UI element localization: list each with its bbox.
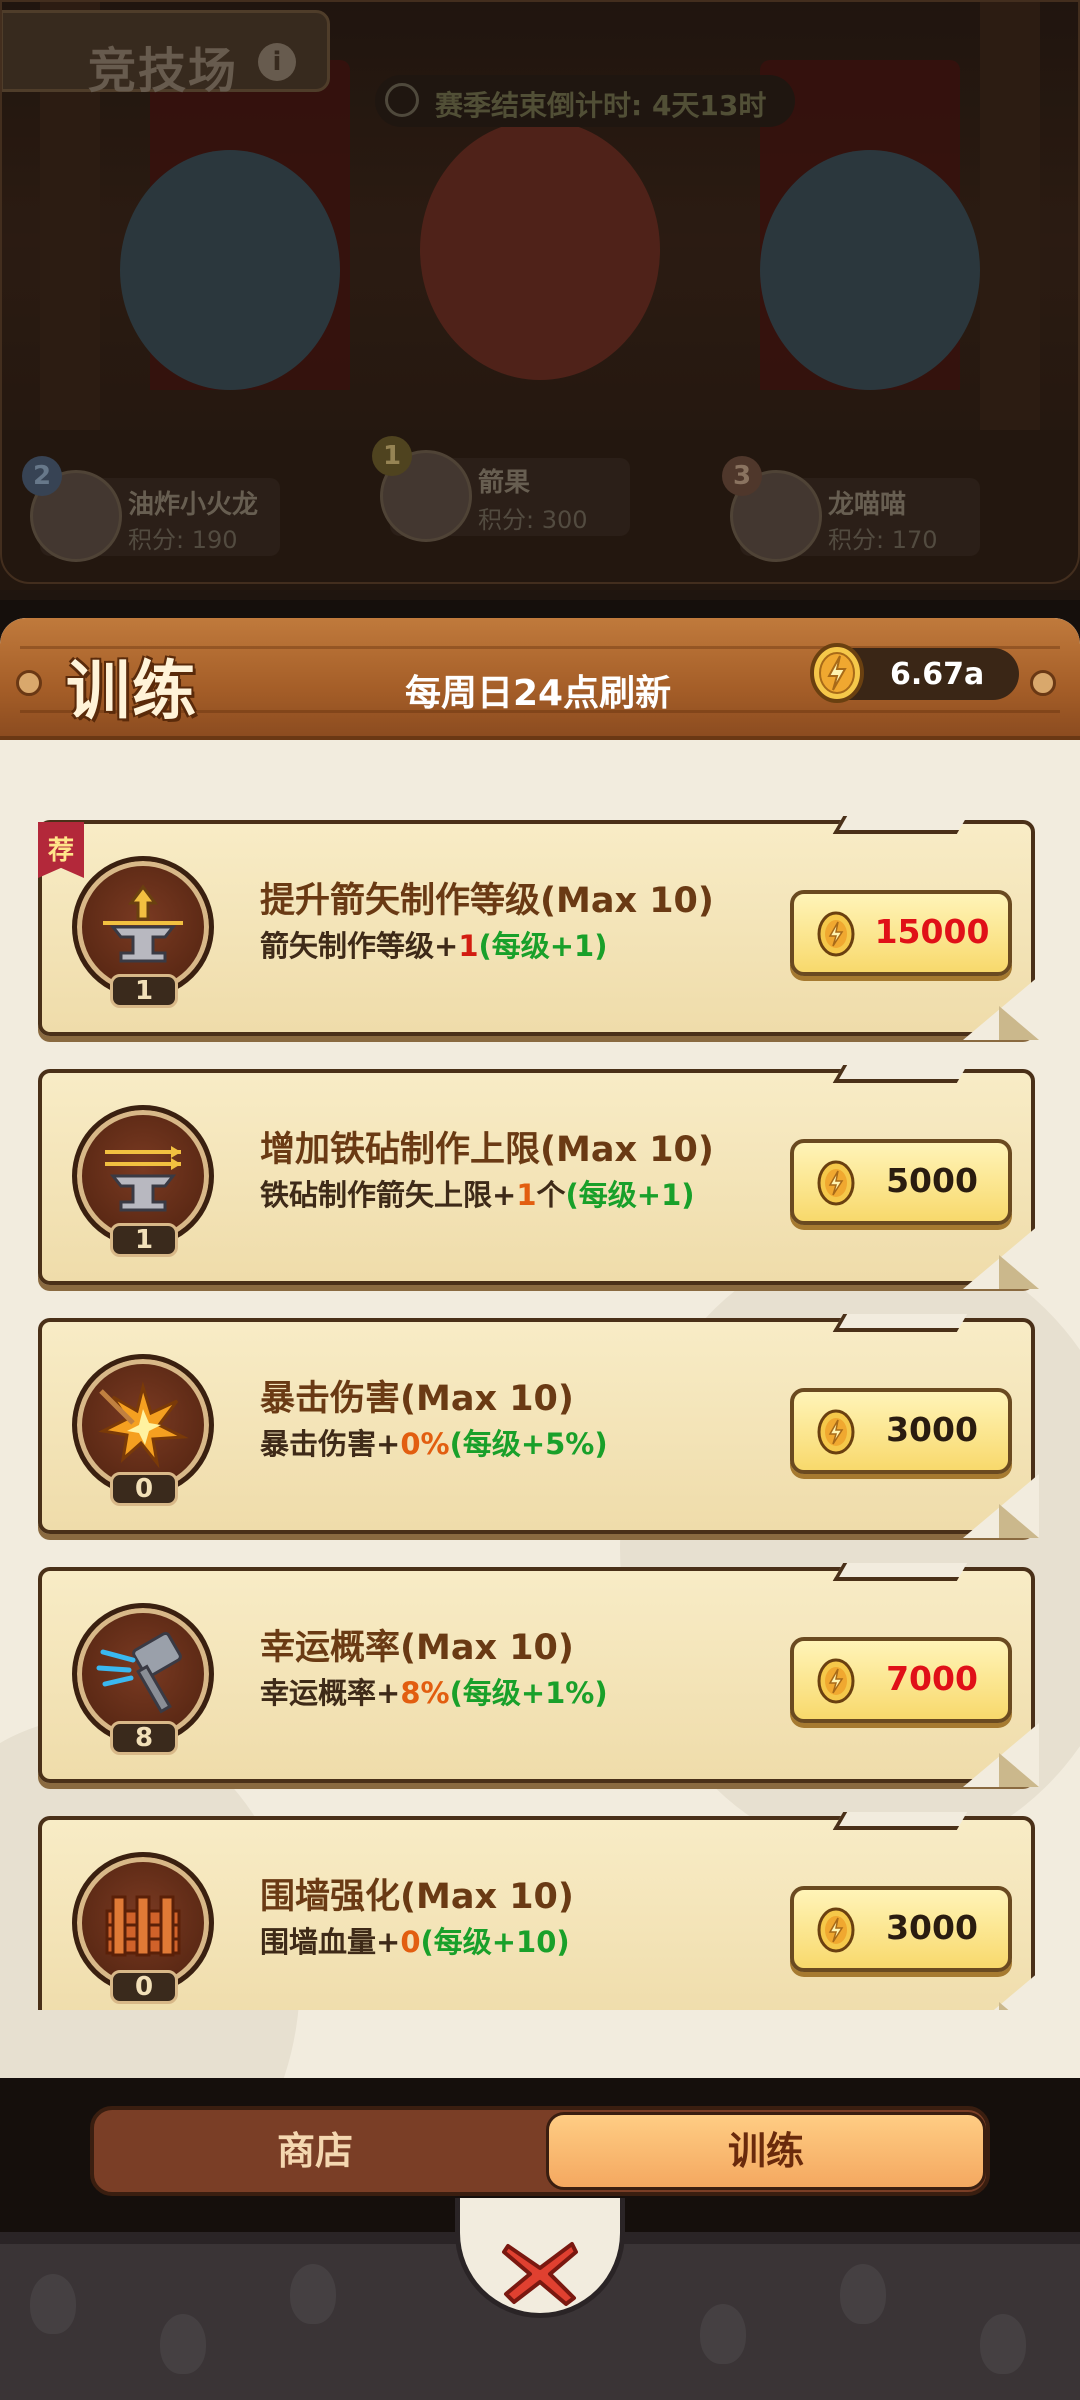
leaf-pattern (160, 2314, 206, 2374)
lightning-coin-icon (817, 911, 855, 957)
leaf-pattern (980, 2314, 1026, 2374)
card-notch (832, 816, 968, 834)
lucky-hammer-icon (96, 1631, 182, 1714)
upgrade-title: 暴击伤害(Max 10) (260, 1379, 574, 1419)
desc-prefix: 铁砧制作箭矢上限+ (260, 1178, 517, 1212)
leaf-pattern (290, 2264, 336, 2324)
upgrade-buy-button[interactable]: 5000 (790, 1139, 1012, 1225)
close-icon[interactable] (500, 2238, 580, 2308)
card-notch (832, 1563, 968, 1581)
tab-shop[interactable]: 商店 (94, 2110, 536, 2192)
upgrade-list[interactable]: 荐 1 提升箭矢制作等级(Max 10) 箭矢制作等级+1(每级+1) 1500… (0, 782, 1080, 2010)
lightning-coin-icon (817, 1907, 855, 1953)
desc-unit: 个 (536, 1178, 566, 1212)
upgrade-buy-button[interactable]: 7000 (790, 1637, 1012, 1723)
desc-current-value: 0% (400, 1427, 450, 1461)
upgrade-card: 8 幸运概率(Max 10) 幸运概率+8%(每级+1%) 7000 (38, 1563, 1039, 1787)
upgrade-title: 增加铁砧制作上限(Max 10) (260, 1130, 714, 1170)
upgrade-description: 铁砧制作箭矢上限+1个(每级+1) (260, 1172, 695, 1214)
upgrade-title: 幸运概率(Max 10) (260, 1628, 574, 1668)
desc-per-level: (每级+5%) (449, 1427, 608, 1461)
bolt-icon (1030, 670, 1056, 696)
upgrade-title: 提升箭矢制作等级(Max 10) (260, 881, 714, 921)
upgrade-price: 7000 (886, 1659, 978, 1698)
upgrade-description: 幸运概率+8%(每级+1%) (260, 1670, 608, 1712)
upgrade-price: 5000 (886, 1161, 978, 1200)
page-curl (999, 2002, 1039, 2010)
desc-per-level: (每级+1%) (449, 1676, 608, 1710)
upgrade-description: 暴击伤害+0%(每级+5%) (260, 1421, 608, 1463)
level-badge: 0 (110, 1472, 178, 1506)
desc-current-value: 8% (400, 1676, 450, 1710)
upgrade-card: 荐 1 提升箭矢制作等级(Max 10) 箭矢制作等级+1(每级+1) 1500… (38, 816, 1039, 1040)
upgrade-price: 3000 (886, 1908, 978, 1947)
upgrade-card: 1 增加铁砧制作上限(Max 10) 铁砧制作箭矢上限+1个(每级+1) 500… (38, 1065, 1039, 1289)
bolt-icon (16, 670, 42, 696)
desc-prefix: 暴击伤害+ (260, 1427, 401, 1461)
lightning-coin-icon (810, 643, 864, 703)
upgrade-card: 0 围墙强化(Max 10) 围墙血量+0(每级+10) 3000 (38, 1812, 1039, 2010)
level-badge: 1 (110, 1223, 178, 1257)
refresh-note: 每周日24点刷新 (405, 673, 672, 714)
upgrade-price: 3000 (886, 1410, 978, 1449)
panel-header: 训练 每周日24点刷新 6.67a (0, 618, 1080, 740)
recommended-label: 荐 (47, 836, 74, 866)
level-badge: 0 (110, 1970, 178, 2004)
desc-current-value: 1 (458, 929, 479, 963)
page-curl (999, 1255, 1039, 1289)
upgrade-buy-button[interactable]: 15000 (790, 890, 1012, 976)
page-curl (999, 1753, 1039, 1787)
upgrade-description: 围墙血量+0(每级+10) (260, 1919, 570, 1961)
desc-prefix: 箭矢制作等级+ (260, 929, 459, 963)
lightning-coin-icon (817, 1658, 855, 1704)
upgrade-title: 围墙强化(Max 10) (260, 1877, 574, 1917)
leaf-pattern (30, 2274, 76, 2334)
card-notch (832, 1065, 968, 1083)
currency-display: 6.67a (810, 643, 1019, 703)
page-curl (999, 1006, 1039, 1040)
panel-title: 训练 (66, 655, 198, 729)
desc-current-value: 1 (516, 1178, 537, 1212)
tab-bar: 商店 训练 (90, 2106, 990, 2196)
card-notch (832, 1314, 968, 1332)
anvil-arrow-up-icon (103, 884, 183, 963)
upgrade-card: 0 暴击伤害(Max 10) 暴击伤害+0%(每级+5%) 3000 (38, 1314, 1039, 1538)
wall-icon (105, 1895, 181, 1957)
level-badge: 8 (110, 1721, 178, 1755)
lightning-coin-icon (817, 1409, 855, 1455)
critical-hit-icon (98, 1381, 189, 1469)
lightning-coin-icon (817, 1160, 855, 1206)
desc-prefix: 围墙血量+ (260, 1925, 401, 1959)
upgrade-description: 箭矢制作等级+1(每级+1) (260, 923, 608, 965)
tab-train[interactable]: 训练 (546, 2112, 986, 2190)
upgrade-buy-button[interactable]: 3000 (790, 1886, 1012, 1972)
card-notch (832, 1812, 968, 1830)
desc-per-level: (每级+1) (478, 929, 608, 963)
upgrade-price: 15000 (874, 912, 990, 951)
desc-current-value: 0 (400, 1925, 421, 1959)
upgrade-buy-button[interactable]: 3000 (790, 1388, 1012, 1474)
leaf-pattern (700, 2304, 746, 2364)
page-curl (999, 1504, 1039, 1538)
level-badge: 1 (110, 974, 178, 1008)
anvil-arrows-icon (105, 1146, 181, 1212)
currency-amount: 6.67a (890, 657, 985, 692)
desc-per-level: (每级+1) (565, 1178, 695, 1212)
desc-prefix: 幸运概率+ (260, 1676, 401, 1710)
desc-per-level: (每级+10) (420, 1925, 570, 1959)
leaf-pattern (840, 2264, 886, 2324)
